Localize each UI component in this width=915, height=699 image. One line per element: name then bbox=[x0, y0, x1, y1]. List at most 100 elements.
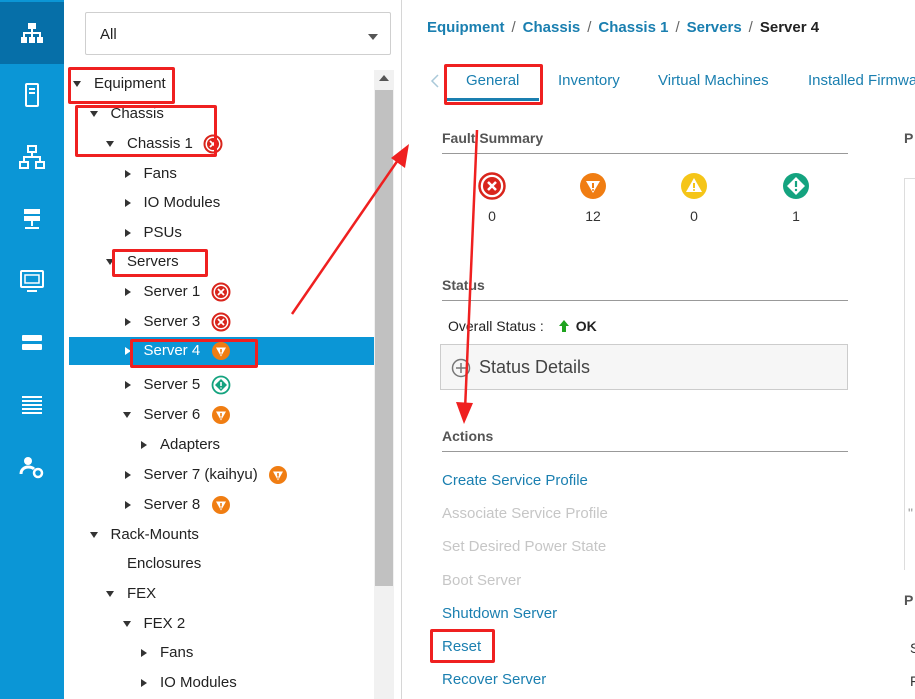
critical-status-icon bbox=[211, 282, 231, 302]
expanded-caret-icon[interactable] bbox=[72, 70, 84, 98]
tree-node-server-3[interactable]: Server 3 bbox=[69, 308, 374, 336]
edge-r-fragment: F bbox=[910, 673, 915, 689]
breadcrumb-chassis[interactable]: Chassis bbox=[523, 19, 581, 36]
tree-node-rack-mounts[interactable]: Rack-Mounts bbox=[69, 521, 374, 549]
collapsed-caret-icon[interactable] bbox=[122, 491, 134, 519]
tab-inventory[interactable]: Inventory bbox=[558, 72, 620, 89]
breadcrumb-current: Server 4 bbox=[759, 19, 820, 36]
tree-node-enclosures[interactable]: Enclosures bbox=[69, 550, 374, 578]
collapsed-caret-icon[interactable] bbox=[122, 371, 134, 399]
minor-fault-icon bbox=[681, 173, 707, 199]
action-reset[interactable]: Reset bbox=[442, 638, 481, 655]
tree-node-adapters[interactable]: Adapters bbox=[69, 431, 374, 459]
critical-fault-icon bbox=[478, 172, 506, 200]
action-shutdown-server[interactable]: Shutdown Server bbox=[442, 605, 557, 622]
fault-minor[interactable]: 0 bbox=[679, 172, 709, 224]
scroll-up-icon[interactable] bbox=[379, 75, 389, 81]
tree-scrollbar[interactable] bbox=[374, 70, 394, 699]
tab-general[interactable]: General bbox=[466, 72, 519, 89]
tree-node-label: Adapters bbox=[160, 436, 221, 453]
navigation-tree-pane: All Equipment Chassis Chassis 1 Fans IO Modu… bbox=[64, 0, 402, 699]
tree-node-chassis-1[interactable]: Chassis 1 bbox=[69, 130, 374, 158]
collapsed-caret-icon[interactable] bbox=[122, 308, 134, 336]
action-boot-server: Boot Server bbox=[442, 572, 522, 589]
tree-node-label: FEX bbox=[127, 585, 157, 602]
breadcrumb-equipment[interactable]: Equipment bbox=[427, 19, 505, 36]
edge-quote-fragment: " bbox=[908, 505, 913, 521]
collapsed-caret-icon[interactable] bbox=[122, 160, 134, 188]
expanded-caret-icon[interactable] bbox=[89, 100, 101, 128]
storage-nav-button[interactable] bbox=[0, 312, 64, 374]
tree-node-fans[interactable]: Fans bbox=[69, 639, 374, 667]
tree-node-label: Rack-Mounts bbox=[110, 526, 199, 543]
tree-node-server-1[interactable]: Server 1 bbox=[69, 278, 374, 306]
tree-node-server-5[interactable]: Server 5 bbox=[69, 371, 374, 399]
navigation-rail bbox=[0, 0, 64, 699]
tree-node-label: Server 7 (kaihyu) bbox=[143, 466, 258, 483]
chevron-left-icon[interactable] bbox=[430, 74, 440, 88]
tab-virtual-machines[interactable]: Virtual Machines bbox=[658, 72, 769, 89]
tree-node-fex-2[interactable]: FEX 2 bbox=[69, 610, 374, 638]
tree-node-fex[interactable]: FEX bbox=[69, 580, 374, 608]
tab-installed-firmware[interactable]: Installed Firmwa bbox=[808, 72, 915, 89]
equipment-nav-button[interactable] bbox=[0, 2, 64, 64]
expanded-caret-icon[interactable] bbox=[122, 401, 134, 429]
scrollbar-thumb[interactable] bbox=[375, 90, 393, 586]
tree-node-label: Server 4 bbox=[143, 342, 201, 359]
fault-critical[interactable]: 0 bbox=[477, 172, 507, 224]
tree-node-io-modules[interactable]: IO Modules bbox=[69, 669, 374, 697]
collapsed-caret-icon[interactable] bbox=[122, 461, 134, 489]
lan-nav-button[interactable] bbox=[0, 126, 64, 188]
collapsed-caret-icon[interactable] bbox=[122, 278, 134, 306]
fault-warning[interactable]: 1 bbox=[781, 172, 811, 224]
expanded-caret-icon[interactable] bbox=[105, 580, 117, 608]
tree-node-label: Enclosures bbox=[127, 555, 202, 572]
servers-nav-button[interactable] bbox=[0, 64, 64, 126]
tree-node-label: Server 1 bbox=[143, 283, 201, 300]
lan-icon bbox=[19, 145, 45, 169]
tree-node-io-modules[interactable]: IO Modules bbox=[69, 189, 374, 217]
tree-node-label: Server 8 bbox=[143, 496, 201, 513]
tree-node-servers[interactable]: Servers bbox=[69, 248, 374, 276]
vm-nav-button[interactable] bbox=[0, 250, 64, 312]
collapsed-caret-icon[interactable] bbox=[138, 431, 150, 459]
expanded-caret-icon[interactable] bbox=[105, 130, 117, 158]
tree-node-server-8[interactable]: Server 8 bbox=[69, 491, 374, 519]
fault-summary-heading: Fault Summary bbox=[442, 130, 848, 154]
major-status-icon bbox=[211, 341, 231, 361]
tree-node-chassis[interactable]: Chassis bbox=[69, 100, 374, 128]
collapsed-caret-icon[interactable] bbox=[122, 189, 134, 217]
san-nav-button[interactable] bbox=[0, 188, 64, 250]
tree-node-fans[interactable]: Fans bbox=[69, 160, 374, 188]
expanded-caret-icon[interactable] bbox=[122, 610, 134, 638]
expanded-caret-icon[interactable] bbox=[89, 521, 101, 549]
admin-nav-button[interactable] bbox=[0, 436, 64, 498]
breadcrumb-servers[interactable]: Servers bbox=[687, 19, 742, 36]
fault-major[interactable]: 12 bbox=[578, 172, 608, 224]
action-create-service-profile[interactable]: Create Service Profile bbox=[442, 472, 588, 489]
fault-minor-count: 0 bbox=[690, 208, 698, 224]
tree-filter-select[interactable]: All bbox=[85, 12, 391, 55]
tree-node-server-6[interactable]: Server 6 bbox=[69, 401, 374, 429]
breadcrumb-chassis-1[interactable]: Chassis 1 bbox=[598, 19, 668, 36]
breadcrumb-separator: / bbox=[511, 19, 516, 36]
chassis-list-nav-button[interactable] bbox=[0, 374, 64, 436]
action-recover-server[interactable]: Recover Server bbox=[442, 671, 546, 688]
tree-node-label: Server 5 bbox=[143, 376, 201, 393]
status-details-expander[interactable]: Status Details bbox=[440, 344, 848, 390]
collapsed-caret-icon[interactable] bbox=[122, 219, 134, 247]
warning-status-icon bbox=[211, 375, 231, 395]
tree-node-server-7-kaihyu[interactable]: Server 7 (kaihyu) bbox=[69, 461, 374, 489]
action-set-desired-power-state: Set Desired Power State bbox=[442, 538, 607, 555]
tree-filter-value: All bbox=[100, 26, 117, 43]
fault-major-count: 12 bbox=[585, 208, 601, 224]
collapsed-caret-icon[interactable] bbox=[138, 669, 150, 697]
collapsed-caret-icon[interactable] bbox=[138, 639, 150, 667]
tree-node-psus[interactable]: PSUs bbox=[69, 219, 374, 247]
collapsed-caret-icon[interactable] bbox=[122, 337, 134, 365]
tree-node-label: Fans bbox=[143, 165, 177, 182]
tree-node-server-4[interactable]: Server 4 bbox=[69, 337, 374, 365]
expanded-caret-icon[interactable] bbox=[105, 248, 117, 276]
tree-node-equipment[interactable]: Equipment bbox=[69, 70, 374, 98]
plus-circle-icon bbox=[451, 358, 471, 378]
